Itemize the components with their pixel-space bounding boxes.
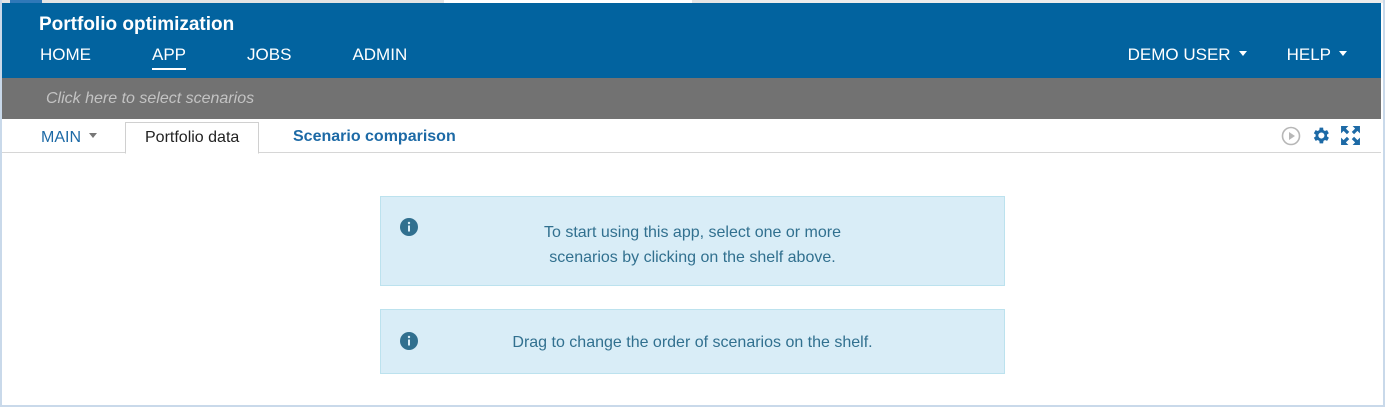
- main-dropdown[interactable]: MAIN: [41, 129, 97, 147]
- alert-message-line: scenarios by clicking on the shelf above…: [549, 249, 836, 266]
- shelf-placeholder: Click here to select scenarios: [46, 90, 255, 107]
- chevron-down-icon: [1339, 51, 1347, 57]
- help-menu[interactable]: HELP: [1287, 45, 1347, 68]
- help-menu-label: HELP: [1286, 45, 1331, 64]
- view-tools: [1272, 125, 1361, 146]
- chevron-down-icon: [89, 133, 97, 139]
- view-tab-bar: MAIN Portfolio data Scenario comparison: [2, 119, 1381, 154]
- info-alert-drag-order: Drag to change the order of scenarios on…: [380, 309, 1005, 374]
- alert-message: To start using this app, select one or m…: [381, 220, 1004, 270]
- fullscreen-icon[interactable]: [1340, 125, 1361, 146]
- chevron-down-icon: [1238, 51, 1247, 57]
- nav-home[interactable]: HOME: [40, 45, 91, 70]
- nav-admin[interactable]: ADMIN: [352, 45, 407, 70]
- main-dropdown-label: MAIN: [41, 129, 81, 146]
- nav-jobs[interactable]: JOBS: [247, 45, 291, 70]
- run-icon[interactable]: [1281, 126, 1301, 146]
- nav-app[interactable]: APP: [152, 45, 187, 70]
- main-nav: HOME APP JOBS ADMIN: [40, 45, 468, 70]
- alert-message: Drag to change the order of scenarios on…: [512, 334, 873, 351]
- app-title: Portfolio optimization: [39, 14, 235, 35]
- tab-portfolio-data[interactable]: Portfolio data: [125, 122, 260, 154]
- nav-right: DEMO USER HELP: [1088, 45, 1347, 68]
- info-alert-select-scenarios: To start using this app, select one or m…: [380, 196, 1005, 286]
- gear-icon[interactable]: [1310, 125, 1331, 146]
- alert-message-line: To start using this app, select one or m…: [543, 224, 842, 241]
- scenario-shelf[interactable]: Click here to select scenarios: [2, 78, 1381, 119]
- user-menu[interactable]: DEMO USER: [1128, 45, 1247, 68]
- tab-scenario-comparison[interactable]: Scenario comparison: [274, 122, 475, 154]
- app-header: Portfolio optimization HOME APP JOBS ADM…: [2, 3, 1381, 78]
- user-menu-label: DEMO USER: [1127, 45, 1231, 64]
